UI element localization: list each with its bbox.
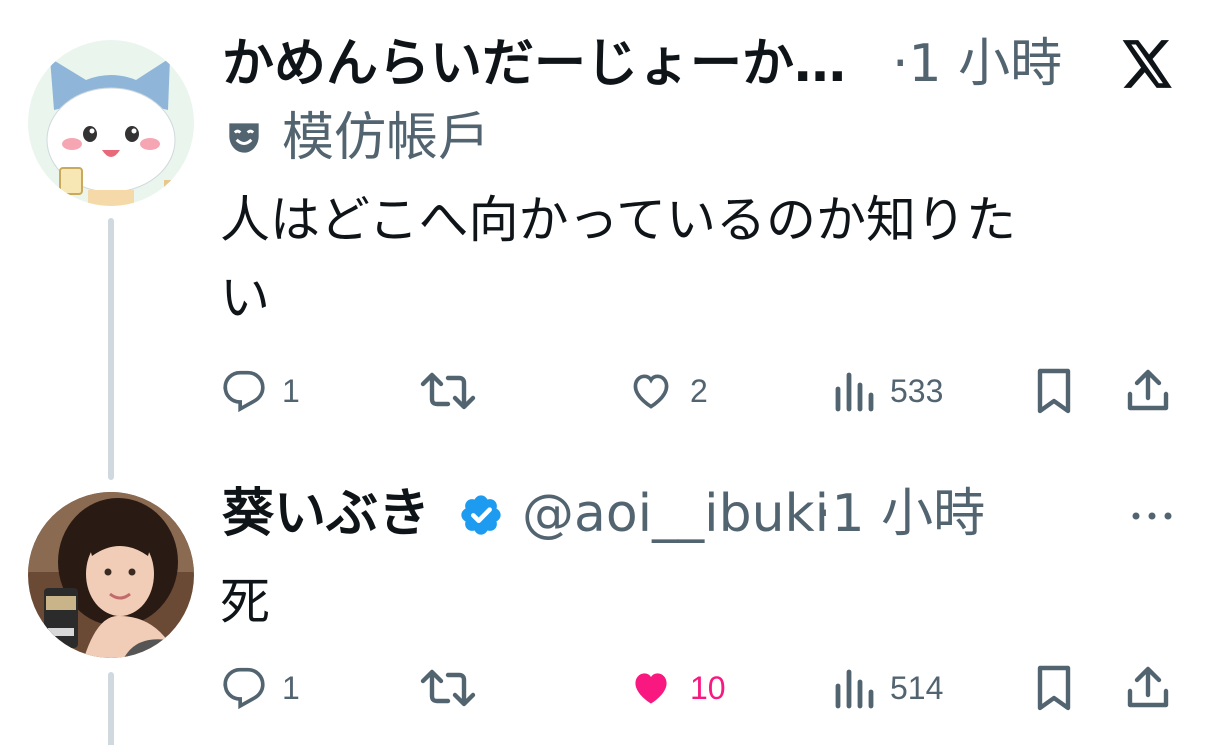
like-button[interactable]: 10 bbox=[628, 666, 726, 710]
reply-button[interactable]: 1 bbox=[222, 369, 300, 413]
views-icon bbox=[835, 669, 874, 709]
theater-mask-icon bbox=[222, 116, 266, 164]
parody-label: 模仿帳戶 bbox=[282, 108, 491, 168]
tweet-text-continued: い bbox=[220, 269, 270, 327]
share-icon bbox=[1127, 369, 1169, 411]
heart-icon bbox=[635, 673, 667, 704]
bookmark-button[interactable] bbox=[1034, 664, 1074, 712]
display-name[interactable]: かめんらいだーじょーか… bbox=[222, 34, 846, 94]
verified-badge-icon bbox=[458, 492, 504, 542]
reply-count: 1 bbox=[282, 372, 300, 409]
avatar[interactable] bbox=[28, 492, 194, 658]
user-handle[interactable]: @aoi__ibuki bbox=[522, 484, 829, 544]
bookmark-icon bbox=[1037, 368, 1071, 414]
views-icon bbox=[835, 372, 874, 412]
views-button[interactable]: 533 bbox=[834, 369, 943, 413]
heart-icon bbox=[633, 374, 669, 409]
share-button[interactable] bbox=[1126, 366, 1170, 414]
avatar-image bbox=[28, 492, 194, 658]
retweet-icon bbox=[420, 669, 476, 707]
timeline: かめんらいだーじょーか… ·1 小時 模仿帳戶 人はどこへ向かっているのか知りた… bbox=[0, 0, 1206, 745]
view-count: 514 bbox=[890, 669, 944, 706]
retweet-button[interactable] bbox=[420, 369, 476, 413]
share-icon bbox=[1127, 666, 1169, 708]
like-button[interactable]: 2 bbox=[628, 369, 708, 413]
tweet-time[interactable]: ·1 小時 bbox=[892, 34, 1062, 94]
bookmark-icon bbox=[1037, 665, 1071, 711]
tweet-text: 人はどこへ向かっているのか知りた bbox=[220, 191, 1016, 249]
reply-count: 1 bbox=[282, 669, 300, 706]
bookmark-button[interactable] bbox=[1034, 367, 1074, 415]
tweet-time[interactable]: ·1 小時 bbox=[815, 484, 985, 544]
like-count: 10 bbox=[690, 669, 726, 706]
thread-line bbox=[108, 218, 114, 480]
reply-icon bbox=[223, 667, 265, 710]
display-name[interactable]: 葵いぶき bbox=[222, 484, 430, 544]
avatar[interactable] bbox=[28, 40, 194, 206]
retweet-button[interactable] bbox=[420, 666, 476, 710]
views-button[interactable]: 514 bbox=[834, 666, 943, 710]
like-count: 2 bbox=[690, 372, 708, 409]
thread-line bbox=[108, 672, 114, 745]
avatar-image bbox=[28, 40, 194, 206]
share-button[interactable] bbox=[1126, 663, 1170, 711]
more-icon[interactable] bbox=[1128, 504, 1176, 532]
retweet-icon bbox=[420, 372, 476, 410]
view-count: 533 bbox=[890, 372, 944, 409]
tweet-text: 死 bbox=[220, 573, 270, 631]
reply-button[interactable]: 1 bbox=[222, 666, 300, 710]
reply-icon bbox=[223, 370, 265, 413]
x-logo-icon[interactable] bbox=[1122, 40, 1174, 92]
